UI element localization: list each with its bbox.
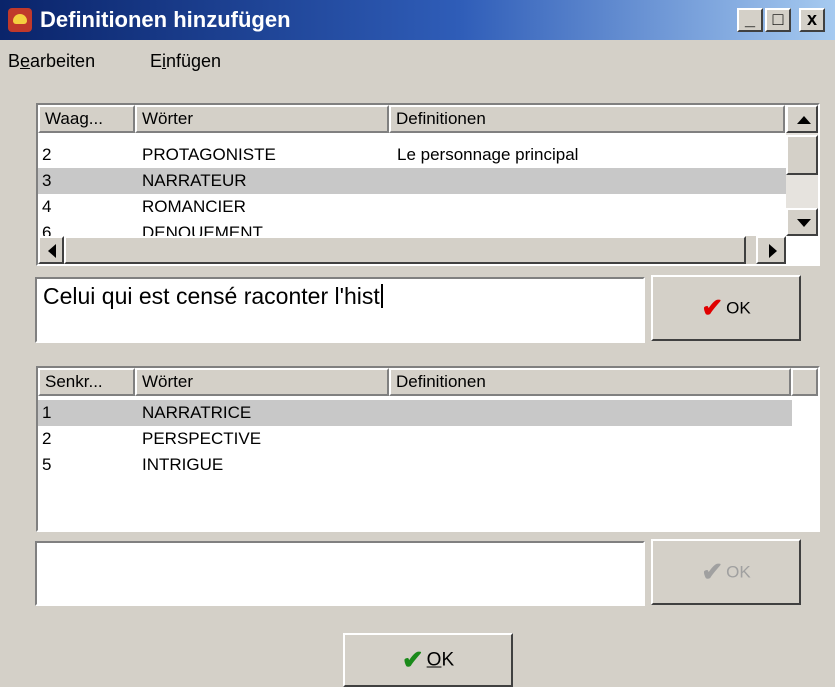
horizontal-scroll-thumb[interactable] — [64, 236, 746, 264]
horizontal-scrollbar[interactable] — [38, 236, 786, 264]
row-number: 2 — [42, 145, 52, 164]
column-header-senkrecht[interactable]: Senkr... — [38, 368, 135, 396]
list-row[interactable]: 4 ROMANCIER — [38, 194, 786, 220]
list-row[interactable]: 2 PERSPECTIVE — [38, 426, 792, 452]
scroll-down-button[interactable] — [786, 208, 818, 236]
scroll-up-button[interactable] — [786, 105, 818, 133]
definition-input-horizontal[interactable]: Celui qui est censé raconter l'hist — [35, 277, 645, 343]
close-button[interactable]: x — [799, 8, 825, 32]
row-number: 1 — [42, 403, 52, 422]
row-number: 2 — [42, 429, 52, 448]
list-row[interactable]: 2 PROTAGONISTE Le personnage principal — [38, 142, 786, 168]
window-title: Definitionen hinzufügen — [40, 7, 291, 32]
list-row[interactable]: 5 INTRIGUE — [38, 452, 792, 478]
row-definition: Le personnage principal — [397, 145, 579, 164]
checkmark-icon: ✔ — [401, 644, 424, 675]
menu-einfuegen[interactable]: Einfügen — [150, 51, 221, 72]
row-word: DENOUEMENT — [142, 223, 263, 236]
ok-main-button[interactable]: ✔ OK — [343, 633, 513, 687]
definition-input-vertical[interactable] — [35, 541, 645, 606]
scroll-left-button[interactable] — [38, 236, 64, 264]
menu-bearbeiten[interactable]: Bearbeiten — [8, 51, 95, 72]
arrow-up-icon — [797, 116, 811, 124]
vertical-scrollbar[interactable] — [786, 105, 818, 236]
row-number: 4 — [42, 197, 52, 216]
arrow-down-icon — [797, 219, 811, 227]
menu-bar: Bearbeiten Einfügen — [0, 46, 835, 76]
checkmark-icon: ✔ — [701, 292, 724, 323]
row-number: 3 — [42, 171, 52, 190]
scroll-right-button[interactable] — [756, 236, 786, 264]
list-row-selected[interactable]: 1 NARRATRICE — [38, 400, 792, 426]
column-header-waagerecht[interactable]: Waag... — [38, 105, 135, 133]
close-icon: x — [806, 9, 817, 29]
arrow-right-icon — [769, 244, 777, 258]
row-word: PROTAGONISTE — [142, 145, 276, 164]
column-header-filler — [791, 368, 818, 396]
horizontal-words-list[interactable]: Waag... Wörter Definitionen 2 PROTAGONIS… — [36, 103, 820, 266]
column-header-definitionen[interactable]: Definitionen — [389, 368, 791, 396]
row-word: NARRATRICE — [142, 403, 252, 422]
maximize-icon: □ — [772, 9, 784, 29]
minimize-icon: _ — [744, 9, 755, 29]
minimize-button[interactable]: _ — [737, 8, 763, 32]
vertical-words-list[interactable]: Senkr... Wörter Definitionen 1 NARRATRIC… — [36, 366, 820, 532]
maximize-button[interactable]: □ — [765, 8, 791, 32]
column-header-woerter[interactable]: Wörter — [135, 368, 389, 396]
arrow-left-icon — [48, 244, 56, 258]
text-caret — [380, 284, 383, 308]
ok-horizontal-button[interactable]: ✔ OK — [651, 275, 801, 341]
list-row-selected[interactable]: 3 NARRATEUR — [38, 168, 786, 194]
row-word: NARRATEUR — [142, 171, 247, 190]
row-number: 5 — [42, 455, 52, 474]
checkmark-icon: ✔ — [701, 556, 724, 587]
list-row[interactable]: 6 DENOUEMENT — [38, 220, 786, 236]
ok-vertical-button[interactable]: ✔ OK — [651, 539, 801, 605]
column-header-definitionen[interactable]: Definitionen — [389, 105, 785, 133]
row-word: PERSPECTIVE — [142, 429, 262, 448]
row-word: ROMANCIER — [142, 197, 246, 216]
row-word: INTRIGUE — [142, 455, 224, 474]
title-bar[interactable]: Definitionen hinzufügen _ □ x — [0, 0, 835, 40]
scroll-thumb[interactable] — [786, 135, 818, 175]
column-header-woerter[interactable]: Wörter — [135, 105, 389, 133]
row-number: 6 — [42, 223, 52, 236]
app-icon — [8, 8, 32, 32]
